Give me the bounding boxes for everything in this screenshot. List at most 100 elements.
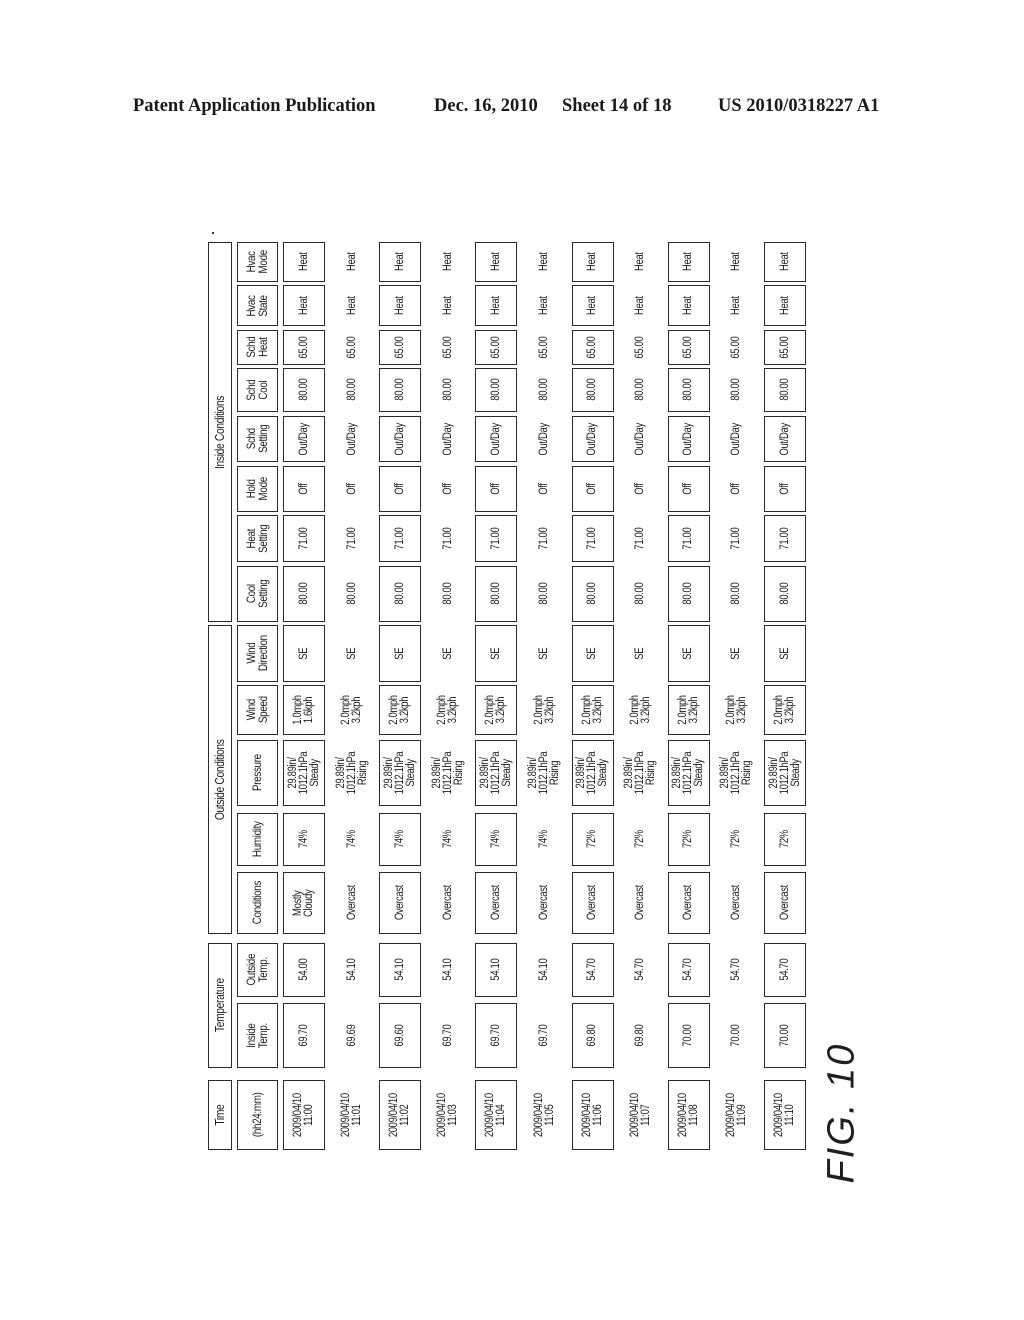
cell-schd-cool-text: 80.00 bbox=[586, 379, 599, 401]
cell-pressure: 29.89in/ 1012.1hPa Rising bbox=[331, 740, 373, 806]
cell-wind-direction-text: SE bbox=[538, 647, 550, 660]
cell-wind-speed: 2.0mph 3.2kph bbox=[620, 685, 662, 735]
cell-wind-direction-text: SE bbox=[345, 647, 358, 660]
cell-time: 2009/04/10 11:08 bbox=[667, 1080, 710, 1150]
cell-hvac-mode-text: Heat bbox=[441, 252, 454, 272]
cell-schd-heat: 65.00 bbox=[475, 330, 518, 365]
cell-conditions-text: Mostly Cloudy bbox=[292, 889, 315, 917]
cell-wind-speed: 2.0mph 3.2kph bbox=[331, 685, 373, 735]
group-header-inside-text: Inside Conditions bbox=[212, 395, 227, 469]
cell-hold-mode: Off bbox=[331, 466, 373, 512]
cell-wind-direction: SE bbox=[427, 625, 469, 682]
cell-hvac-state: Heat bbox=[331, 285, 373, 326]
cell-schd-cool-text: 80.00 bbox=[778, 379, 791, 401]
cell-time: 2009/04/10 11:06 bbox=[571, 1080, 614, 1150]
cell-hvac-state: Heat bbox=[475, 285, 518, 326]
cell-hvac-state: Heat bbox=[620, 285, 662, 326]
cell-wind-speed: 2.0mph 3.2kph bbox=[716, 685, 758, 735]
cell-pressure-text: 29.89in/ 1012.1hPa Rising bbox=[719, 751, 754, 795]
cell-cool-setting: 80.00 bbox=[524, 566, 566, 622]
cell-schd-heat-text: 65.00 bbox=[586, 336, 599, 359]
column-header-schd-setting: Schd Setting bbox=[237, 416, 278, 462]
cell-heat-setting: 71.00 bbox=[764, 515, 806, 562]
cell-humidity-text: 72% bbox=[634, 830, 647, 849]
cell-inside-temp: 69.70 bbox=[475, 1003, 518, 1068]
scan-speck bbox=[212, 232, 214, 234]
column-header-hold-mode-text: Hold Mode bbox=[244, 477, 270, 501]
column-header-humidity-text: Humidity bbox=[249, 821, 264, 858]
cell-schd-cool-text: 80.00 bbox=[682, 379, 695, 401]
cell-wind-direction-text: SE bbox=[682, 647, 695, 660]
column-header-heat-setting-text: Heat Setting bbox=[244, 524, 270, 553]
cell-heat-setting: 71.00 bbox=[524, 515, 566, 562]
column-header-pressure-text: Pressure bbox=[249, 754, 264, 792]
cell-conditions: Overcast bbox=[667, 872, 710, 934]
cell-schd-heat-text: 65.00 bbox=[297, 336, 310, 359]
cell-inside-temp: 70.00 bbox=[667, 1003, 710, 1068]
cell-hvac-state: Heat bbox=[571, 285, 614, 326]
cell-cool-setting: 80.00 bbox=[620, 566, 662, 622]
column-header-conditions-text: Conditions bbox=[249, 881, 264, 925]
cell-time-text: 2009/04/10 11:07 bbox=[628, 1093, 652, 1137]
cell-pressure-text: 29.89in/ 1012.1hPa Steady bbox=[767, 751, 802, 795]
cell-hvac-state: Heat bbox=[667, 285, 710, 326]
cell-outside-temp: 54.70 bbox=[667, 943, 710, 997]
cell-humidity-text: 72% bbox=[586, 830, 599, 849]
cell-pressure: 29.89in/ 1012.1hPa Steady bbox=[571, 740, 614, 806]
cell-hold-mode: Off bbox=[427, 466, 469, 512]
cell-schd-setting: Out/Day bbox=[427, 416, 469, 462]
cell-schd-setting: Out/Day bbox=[716, 416, 758, 462]
cell-inside-temp: 70.00 bbox=[716, 1003, 758, 1068]
cell-wind-speed-text: 2.0mph 3.2kph bbox=[436, 695, 460, 725]
cell-outside-temp-text: 54.70 bbox=[682, 959, 695, 981]
cell-schd-cool-text: 80.00 bbox=[441, 379, 454, 401]
cell-hold-mode: Off bbox=[667, 466, 710, 512]
cell-cool-setting-text: 80.00 bbox=[682, 583, 695, 605]
cell-schd-setting-text: Out/Day bbox=[586, 422, 599, 456]
cell-hold-mode-text: Off bbox=[586, 483, 599, 495]
cell-hvac-state-text: Heat bbox=[297, 296, 310, 315]
cell-wind-speed: 2.0mph 3.2kph bbox=[764, 685, 806, 735]
cell-cool-setting-text: 80.00 bbox=[730, 583, 743, 605]
cell-wind-direction: SE bbox=[620, 625, 662, 682]
cell-heat-setting-text: 71.00 bbox=[634, 527, 647, 550]
group-header-temperature: Temperature bbox=[208, 943, 232, 1068]
cell-hvac-mode: Heat bbox=[667, 242, 710, 282]
cell-wind-direction-text: SE bbox=[778, 647, 791, 660]
cell-pressure: 29.89in/ 1012.1hPa Steady bbox=[764, 740, 806, 806]
cell-inside-temp-text: 69.70 bbox=[538, 1024, 550, 1047]
cell-inside-temp: 69.69 bbox=[331, 1003, 373, 1068]
publication-number: US 2010/0318227 A1 bbox=[718, 96, 880, 116]
cell-hold-mode-text: Off bbox=[297, 483, 310, 495]
cell-schd-heat: 65.00 bbox=[524, 330, 566, 365]
cell-schd-heat: 65.00 bbox=[620, 330, 662, 365]
cell-hold-mode: Off bbox=[620, 466, 662, 512]
cell-hvac-mode: Heat bbox=[283, 242, 325, 282]
cell-wind-speed: 2.0mph 3.2kph bbox=[524, 685, 566, 735]
cell-time-text: 2009/04/10 11:10 bbox=[773, 1093, 796, 1137]
cell-wind-direction-text: SE bbox=[489, 647, 502, 660]
cell-cool-setting-text: 80.00 bbox=[489, 583, 502, 605]
cell-time-text: 2009/04/10 11:09 bbox=[724, 1093, 748, 1137]
cell-schd-cool-text: 80.00 bbox=[345, 379, 358, 401]
cell-hvac-mode: Heat bbox=[475, 242, 518, 282]
cell-wind-speed-text: 1.0mph 1.6kph bbox=[292, 695, 315, 725]
cell-wind-speed-text: 2.0mph 3.2kph bbox=[580, 695, 604, 725]
cell-cool-setting-text: 80.00 bbox=[393, 583, 406, 605]
cell-conditions: Overcast bbox=[475, 872, 518, 934]
cell-pressure-text: 29.89in/ 1012.1hPa Steady bbox=[286, 751, 321, 795]
cell-cool-setting-text: 80.00 bbox=[538, 583, 550, 605]
cell-outside-temp-text: 54.10 bbox=[441, 959, 454, 981]
cell-hold-mode: Off bbox=[283, 466, 325, 512]
cell-inside-temp-text: 70.00 bbox=[730, 1024, 743, 1047]
cell-cool-setting: 80.00 bbox=[331, 566, 373, 622]
cell-schd-heat: 65.00 bbox=[427, 330, 469, 365]
cell-cool-setting: 80.00 bbox=[283, 566, 325, 622]
cell-hold-mode: Off bbox=[524, 466, 566, 512]
cell-time: 2009/04/10 11:00 bbox=[283, 1080, 325, 1150]
cell-schd-cool: 80.00 bbox=[716, 368, 758, 412]
fig10-data-table: Time Temperature Outside Conditions Inside … bbox=[208, 240, 812, 1152]
column-header-hvac-state-text: Hvac State bbox=[244, 294, 270, 317]
cell-schd-cool: 80.00 bbox=[571, 368, 614, 412]
cell-hold-mode-text: Off bbox=[730, 483, 743, 495]
